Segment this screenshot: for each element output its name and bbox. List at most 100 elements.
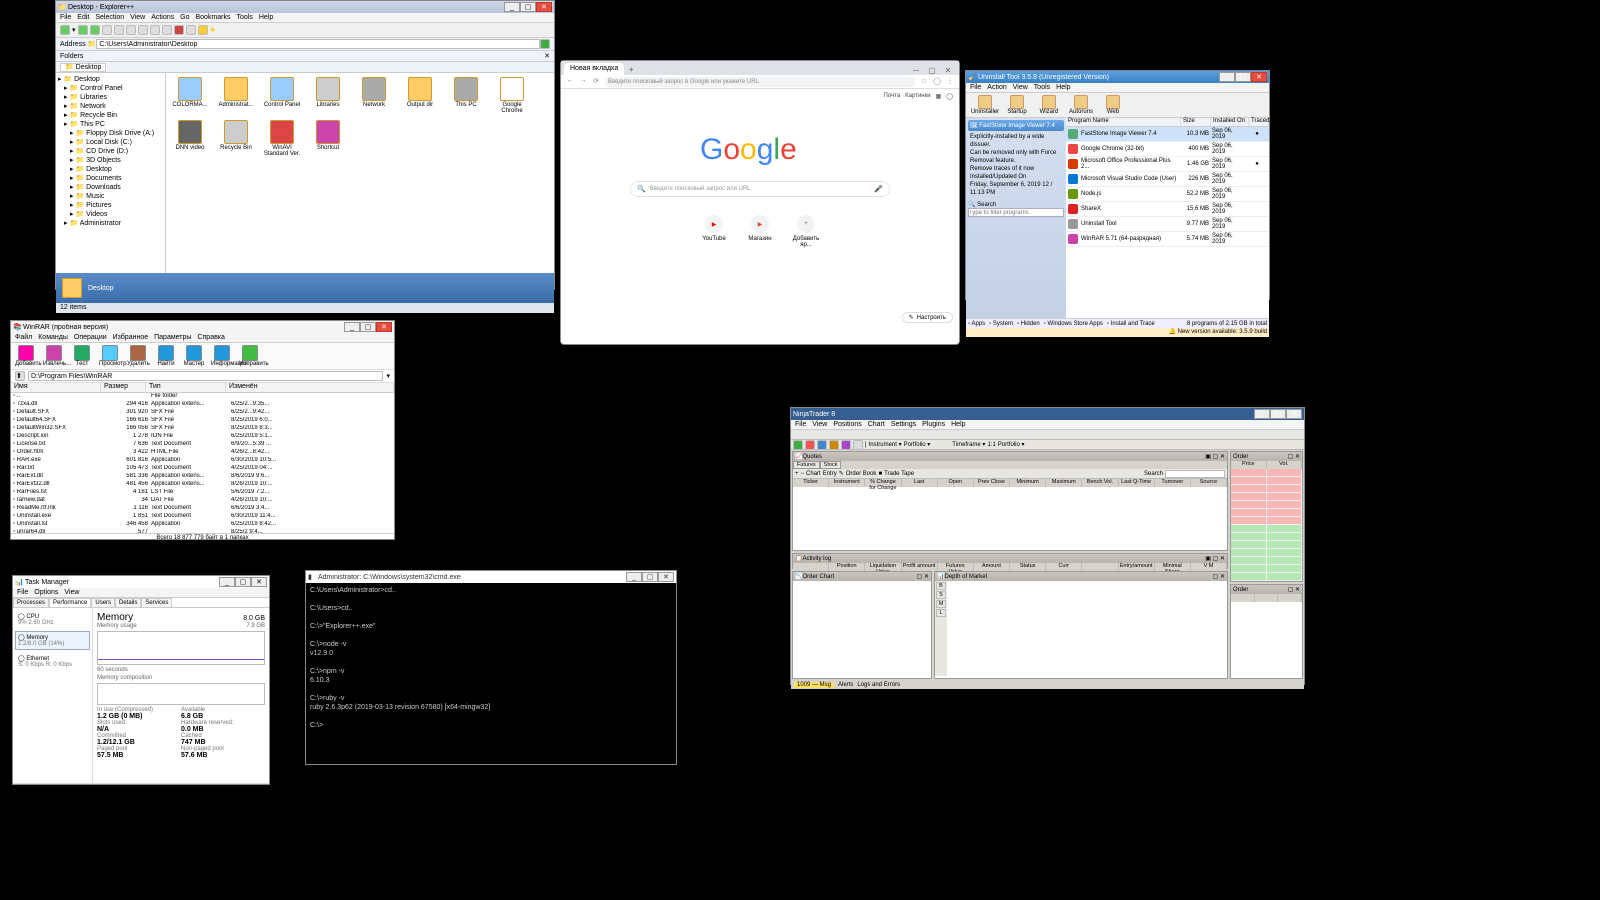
ladder-row[interactable]: [1231, 469, 1302, 477]
terminal-output[interactable]: C:\Users\Administrator>cd.. C:\Users>cd.…: [306, 583, 676, 733]
tree-item[interactable]: ▸ 📁 Desktop: [58, 165, 163, 174]
back-button[interactable]: [60, 25, 70, 35]
tree-item[interactable]: ▸ 📁 Pictures: [58, 201, 163, 210]
maximize-button[interactable]: ▢: [1270, 409, 1286, 419]
ladder-row[interactable]: [1231, 573, 1302, 581]
chart-icon[interactable]: [817, 440, 827, 450]
col-header[interactable]: Minimum: [1010, 479, 1046, 487]
desktop-item[interactable]: COLORMA...: [170, 77, 210, 114]
tab-futures[interactable]: Futures: [793, 461, 820, 469]
tab-desktop[interactable]: 📁 Desktop: [60, 63, 106, 72]
column-headers[interactable]: Имя Размер Тип Изменён: [11, 383, 394, 393]
file-row[interactable]: ▫ rarnew.dat34DAT File4/26/2019 10:...: [11, 497, 394, 505]
toolbar-button[interactable]: Найти: [155, 345, 177, 367]
program-row[interactable]: Node.js52.2 MBSep 06, 2019: [1066, 187, 1269, 202]
file-row[interactable]: ▫ RarFiles.lst4 181LST File5/6/2019 7:2.…: [11, 489, 394, 497]
tree-item[interactable]: ▸ 📁 3D Objects: [58, 156, 163, 165]
quotes-tool[interactable]: ✎: [839, 470, 844, 477]
menu-item[interactable]: Settings: [891, 421, 916, 428]
star-icon[interactable]: ★: [210, 26, 216, 34]
depth-side-btn[interactable]: L: [936, 609, 946, 617]
col-header[interactable]: Last: [902, 479, 938, 487]
explorer-titlebar[interactable]: 📁 Desktop - Explorer++ _ ▢ ✕: [56, 1, 554, 13]
quotes-tool[interactable]: Trade Tape: [884, 471, 914, 477]
depth-side-buttons[interactable]: BSML: [935, 581, 947, 676]
menu-item[interactable]: File: [970, 84, 981, 91]
menu-item[interactable]: Options: [34, 589, 58, 596]
dropdown-icon[interactable]: ▾: [72, 26, 76, 34]
menu-actions[interactable]: Actions: [151, 14, 174, 21]
maximize-button[interactable]: ▢: [520, 2, 536, 12]
menu-item[interactable]: Plugins: [922, 421, 945, 428]
bookmark-icon[interactable]: ☆: [919, 77, 929, 87]
close-button[interactable]: ✕: [376, 322, 392, 332]
menu-item[interactable]: Команды: [38, 334, 68, 341]
omnibox[interactable]: Введите поисковый запрос в Google или ук…: [604, 77, 916, 87]
link-mail[interactable]: Почта: [884, 93, 901, 100]
close-panel-icon[interactable]: ✕: [544, 52, 550, 60]
file-row[interactable]: ▫ RarExt32.dll481 456Application extens.…: [11, 481, 394, 489]
forward-button[interactable]: →: [578, 77, 588, 87]
ladder-row[interactable]: [1231, 533, 1302, 541]
close-button[interactable]: ✕: [251, 577, 267, 587]
desktop-item[interactable]: WinAVI Standard Ver.: [262, 120, 302, 157]
delete-button[interactable]: [138, 25, 148, 35]
close-button[interactable]: ✕: [536, 2, 552, 12]
menu-go[interactable]: Go: [180, 14, 189, 21]
shortcut[interactable]: ▶Магазин: [745, 215, 775, 248]
menu-item[interactable]: Параметры: [154, 334, 191, 341]
ladder-row[interactable]: [1231, 485, 1302, 493]
zoom-11[interactable]: 1:1: [987, 442, 995, 448]
file-row[interactable]: ▫ Descript.ion1 278ION File6/25/2019 5:1…: [11, 433, 394, 441]
ladder-row[interactable]: [1231, 509, 1302, 517]
minimize-button[interactable]: _: [219, 577, 235, 587]
menu-item[interactable]: Tools: [1034, 84, 1050, 91]
sidebar-metric[interactable]: ◯ EthernetS: 0 Kbps R: 0 Kbps: [15, 652, 90, 671]
search-input[interactable]: [1165, 470, 1225, 478]
instrument-select[interactable]: Instrument ▾: [869, 441, 902, 448]
avatar-icon[interactable]: ◯: [946, 93, 953, 100]
menu-item[interactable]: View: [64, 589, 79, 596]
col-header[interactable]: Ticker: [793, 479, 829, 487]
toolbar-wizard[interactable]: Wizard: [1034, 95, 1064, 115]
menu-item[interactable]: View: [1013, 84, 1028, 91]
fewer-details[interactable]: ◯ Fewer details: [13, 783, 269, 793]
tree-item[interactable]: ▸ 📁 Control Panel: [58, 84, 163, 93]
file-row[interactable]: ▫ 7zxa.dll294 416Application extens...6/…: [11, 401, 394, 409]
up-button[interactable]: [90, 25, 100, 35]
menu-item[interactable]: Файл: [15, 334, 32, 341]
toolbar-button[interactable]: Тест: [71, 345, 93, 367]
file-row[interactable]: ▫ Order.htm3 422HTML File4/26/2...8:42..…: [11, 449, 394, 457]
col-header[interactable]: Last Q-Time: [1119, 479, 1155, 487]
views-button[interactable]: [162, 25, 172, 35]
stop-icon[interactable]: [805, 440, 815, 450]
mic-icon[interactable]: 🎤: [874, 185, 883, 193]
tree-item[interactable]: ▸ 📁 Floppy Disk Drive (A:): [58, 129, 163, 138]
quotes-grid[interactable]: [793, 487, 1227, 547]
link-images[interactable]: Картинки: [905, 93, 930, 100]
desktop-item[interactable]: DNN video: [170, 120, 210, 157]
back-button[interactable]: ←: [565, 77, 575, 87]
menu-tools[interactable]: Tools: [237, 14, 253, 21]
maximize-button[interactable]: ▢: [1235, 72, 1251, 82]
tree-item[interactable]: ▸ 📁 Local Disk (C:): [58, 138, 163, 147]
desktop-item[interactable]: This PC: [446, 77, 486, 114]
reload-button[interactable]: ⟳: [591, 77, 601, 87]
menu-item[interactable]: Избранное: [113, 334, 148, 341]
properties-button[interactable]: [150, 25, 160, 35]
play-icon[interactable]: [793, 440, 803, 450]
copy-button[interactable]: [114, 25, 124, 35]
file-row[interactable]: ▫ Default.SFX301 920SFX File6/25/2...9:4…: [11, 409, 394, 417]
stop-button[interactable]: [174, 25, 184, 35]
apps-icon[interactable]: ▦: [936, 93, 942, 100]
ladder-row[interactable]: [1231, 493, 1302, 501]
minimize-button[interactable]: _: [1254, 409, 1270, 419]
status-tab[interactable]: ▫ Windows Store Apps: [1044, 321, 1103, 327]
maximize-button[interactable]: ▢: [235, 577, 251, 587]
file-row[interactable]: ▫ unrar64.dll5778/25/2 9:4...: [11, 529, 394, 533]
tree-item[interactable]: ▸ 📁 Downloads: [58, 183, 163, 192]
tree-item[interactable]: ▸ 📁 Desktop: [58, 75, 163, 84]
order-chart[interactable]: [793, 581, 931, 676]
tree-item[interactable]: ▸ 📁 Documents: [58, 174, 163, 183]
toolbar-button[interactable]: Информация: [211, 345, 233, 367]
